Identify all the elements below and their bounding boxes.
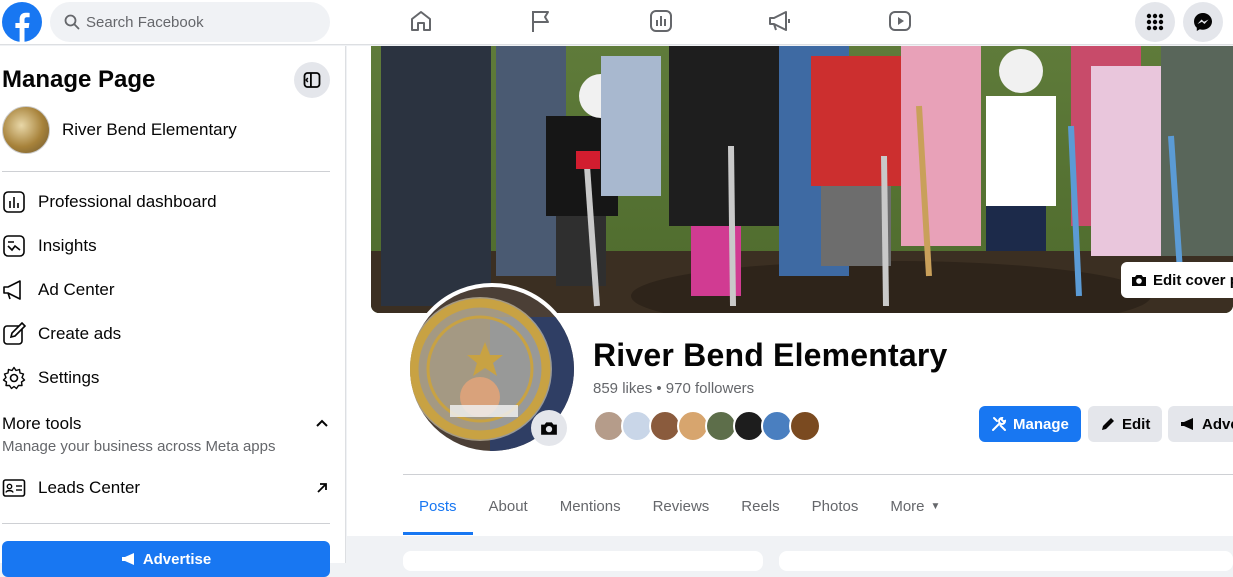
content-card	[403, 551, 763, 571]
video-icon[interactable]	[887, 8, 913, 34]
sidebar-item-settings[interactable]: Settings	[2, 360, 330, 396]
edit-label: Edit	[1122, 415, 1151, 433]
more-tools-subtitle: Manage your business across Meta apps	[2, 438, 276, 455]
menu-grid-icon[interactable]	[1135, 2, 1175, 42]
advertise-label: Advertise	[142, 550, 212, 568]
sidebar-item-label: Create ads	[38, 324, 122, 343]
more-tools-title: More tools	[2, 414, 82, 433]
divider	[2, 523, 330, 524]
page-avatar	[2, 106, 50, 154]
search-input[interactable]	[86, 13, 306, 31]
manage-label: Manage	[1013, 415, 1069, 433]
tab-label: More	[890, 497, 925, 515]
tab-reels[interactable]: Reels	[725, 477, 795, 535]
tab-about[interactable]: About	[473, 477, 544, 535]
tab-mentions[interactable]: Mentions	[544, 477, 637, 535]
contact-card-icon	[2, 476, 26, 500]
edit-cover-label: Edit cover p	[1153, 271, 1233, 289]
tools-icon	[991, 416, 1007, 432]
tab-label: About	[488, 497, 528, 515]
sidebar-title: Manage Page	[2, 66, 156, 93]
content-card	[779, 551, 1233, 571]
tab-photos[interactable]: Photos	[796, 477, 875, 535]
home-icon[interactable]	[408, 8, 434, 34]
camera-icon	[540, 419, 558, 437]
edit-cover-photo-button[interactable]: Edit cover p	[1121, 262, 1233, 298]
sidebar-item-label: Professional dashboard	[38, 192, 217, 211]
tab-label: Reviews	[652, 497, 710, 515]
update-profile-picture-button[interactable]	[531, 410, 567, 446]
divider	[2, 171, 330, 172]
megaphone-icon	[121, 551, 137, 567]
pencil-square-icon	[2, 322, 26, 346]
external-arrow-icon	[314, 480, 330, 496]
more-tools-section[interactable]: More tools Manage your business across M…	[2, 414, 330, 455]
sidebar-advertise-button[interactable]: Advertise	[2, 541, 330, 577]
megaphone-icon[interactable]	[767, 8, 793, 34]
caret-down-icon: ▼	[930, 500, 941, 512]
megaphone-icon	[1180, 416, 1196, 432]
messenger-icon[interactable]	[1183, 2, 1223, 42]
edit-button[interactable]: Edit	[1088, 406, 1163, 442]
sidebar-item-label: Insights	[38, 236, 97, 255]
tab-reviews[interactable]: Reviews	[637, 477, 726, 535]
avatar[interactable]	[789, 410, 821, 442]
tab-label: Reels	[741, 497, 780, 515]
top-navigation-bar	[0, 0, 1233, 45]
page-selector[interactable]: River Bend Elementary	[2, 106, 237, 154]
insights-icon	[2, 234, 26, 258]
advertise-label: Adve	[1202, 415, 1233, 433]
camera-icon	[1131, 272, 1147, 288]
sidebar-item-insights[interactable]: Insights	[2, 228, 330, 264]
collapse-sidebar-icon[interactable]	[294, 62, 330, 98]
follower-avatars[interactable]	[593, 410, 821, 442]
facebook-logo-icon[interactable]	[2, 2, 42, 42]
chevron-up-icon[interactable]	[314, 416, 330, 432]
sidebar-item-label: Settings	[38, 368, 100, 387]
search-box[interactable]	[50, 2, 330, 42]
divider	[403, 474, 1233, 475]
tab-more[interactable]: More ▼	[874, 477, 956, 535]
cover-photo[interactable]	[371, 46, 1233, 313]
manage-page-sidebar: Manage Page River Bend Elementary Profes…	[0, 46, 346, 577]
page-name: River Bend Elementary	[62, 120, 237, 139]
dashboard-icon	[2, 190, 26, 214]
search-icon	[64, 14, 80, 30]
tab-label: Posts	[419, 497, 457, 515]
tab-posts[interactable]: Posts	[403, 477, 473, 535]
sidebar-item-label: Leads Center	[38, 478, 141, 497]
tab-label: Mentions	[559, 497, 621, 515]
gear-icon	[2, 366, 26, 390]
likes-followers-count[interactable]: 859 likes • 970 followers	[593, 380, 754, 397]
sidebar-item-label: Ad Center	[38, 280, 115, 299]
sidebar-item-leads-center[interactable]: Leads Center	[2, 470, 330, 506]
megaphone-icon	[2, 278, 26, 302]
chart-icon[interactable]	[648, 8, 674, 34]
profile-tabs: Posts About Mentions Reviews Reels Photo…	[403, 477, 956, 535]
flag-icon[interactable]	[528, 8, 554, 34]
manage-button[interactable]: Manage	[979, 406, 1081, 442]
sidebar-item-ad-center[interactable]: Ad Center	[2, 272, 330, 308]
pencil-icon	[1100, 416, 1116, 432]
sidebar-item-create-ads[interactable]: Create ads	[2, 316, 330, 352]
advertise-button[interactable]: Adve	[1168, 406, 1233, 442]
page-title: River Bend Elementary	[593, 337, 948, 373]
tab-label: Photos	[811, 497, 859, 515]
sidebar-item-professional-dashboard[interactable]: Professional dashboard	[2, 184, 330, 220]
